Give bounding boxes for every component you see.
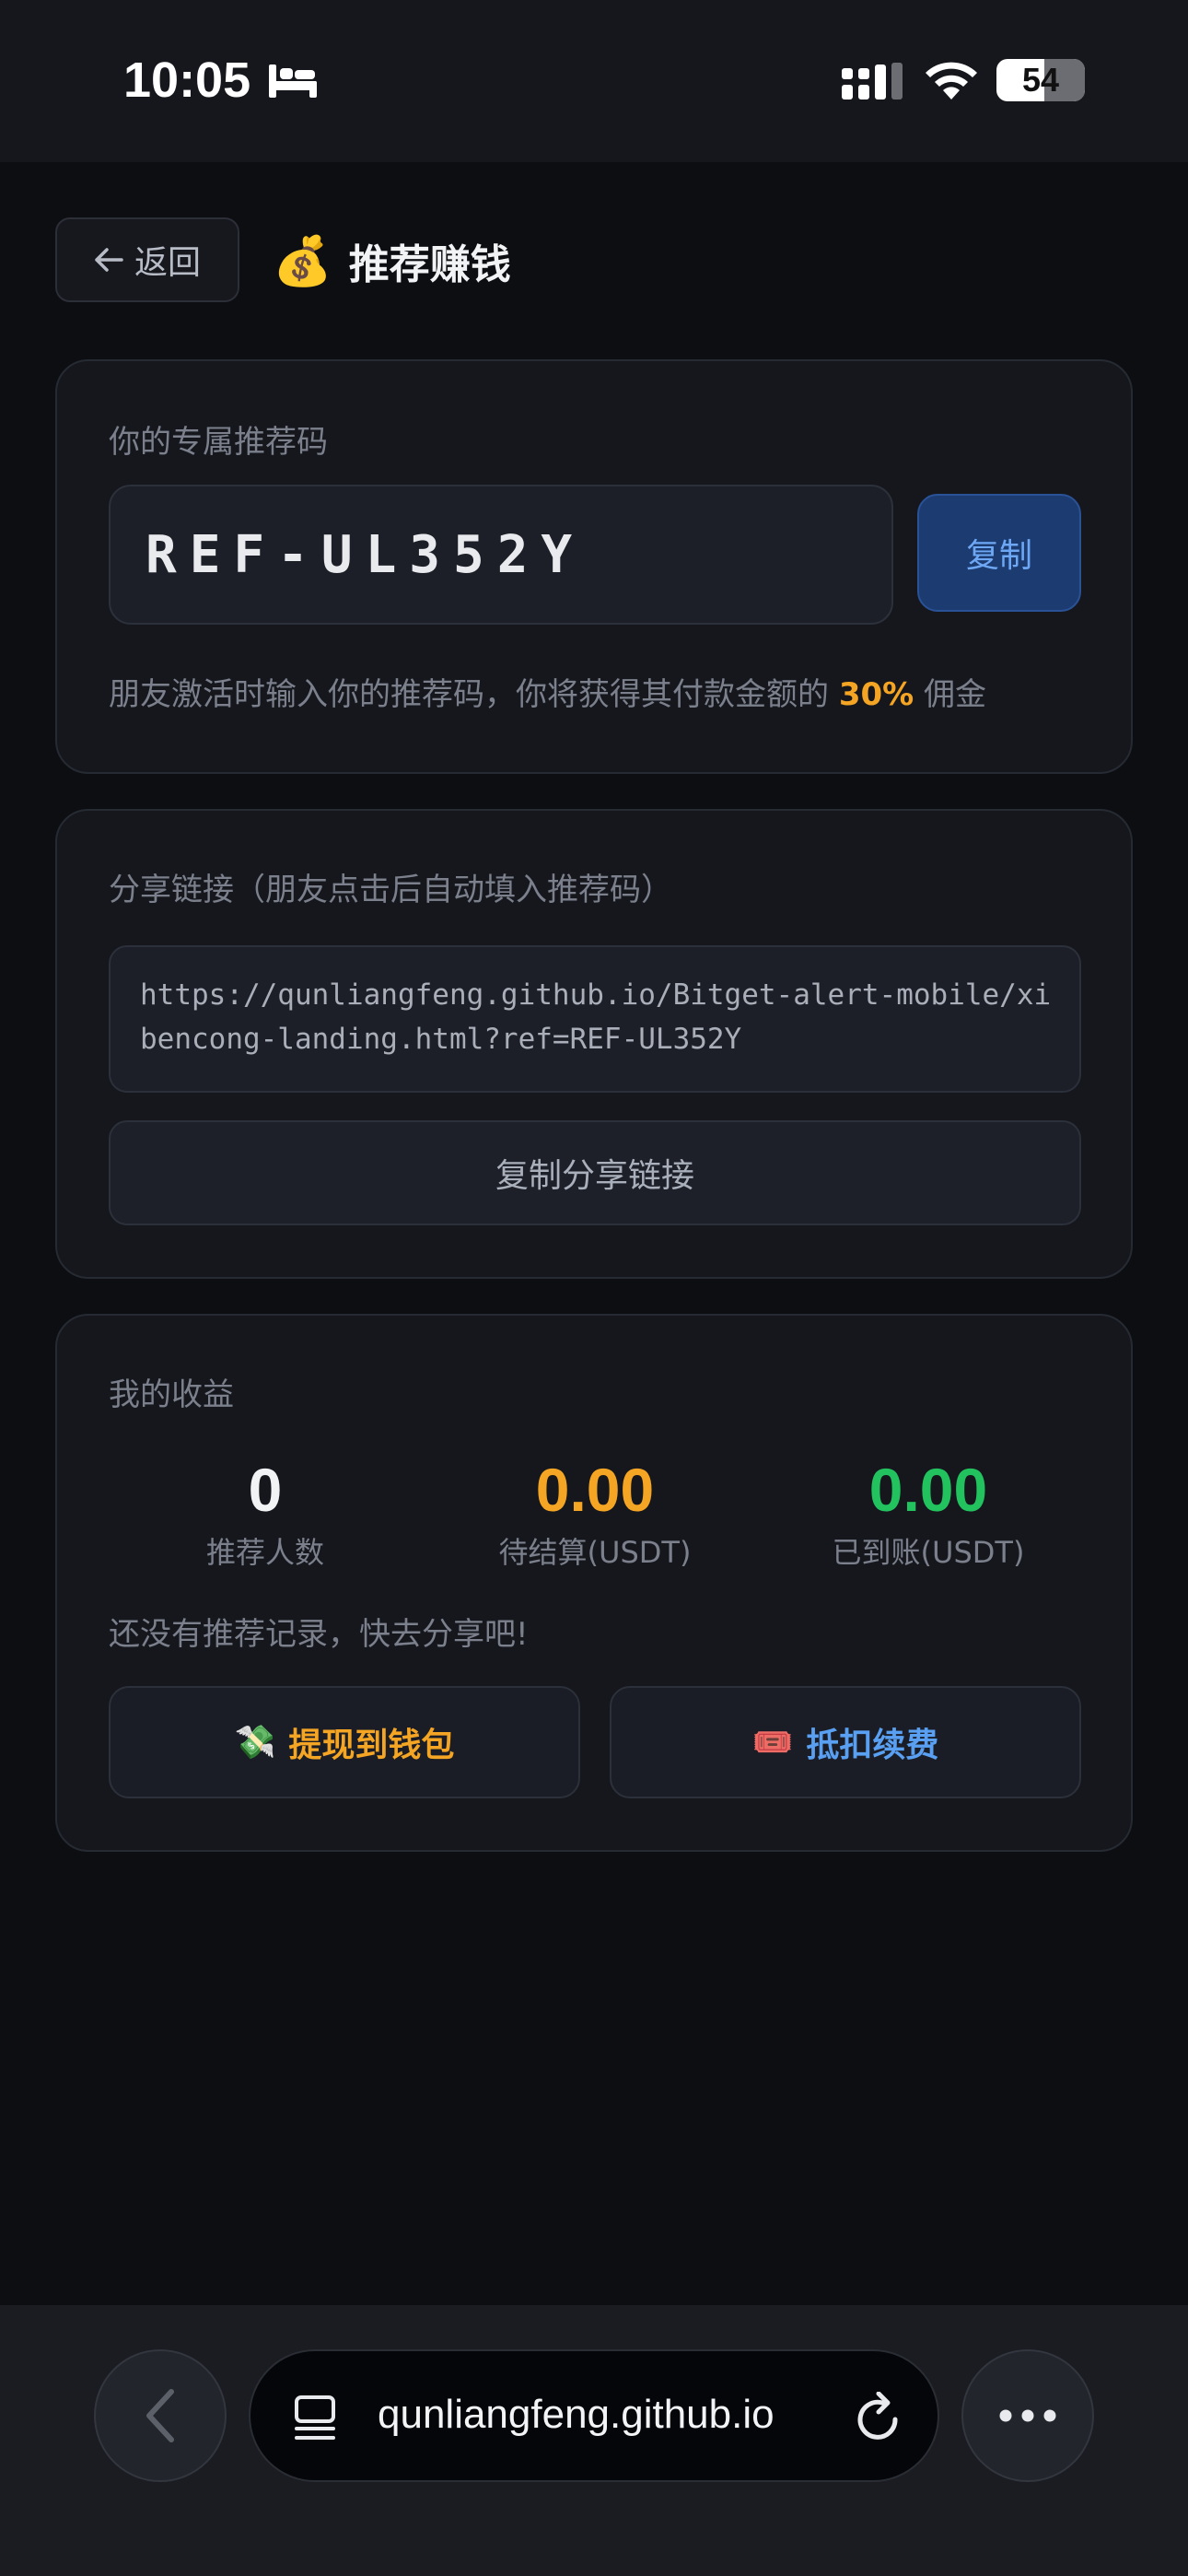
arrow-left-icon [95, 248, 123, 272]
stat-pending: 0.00 待结算(USDT) [429, 1456, 761, 1572]
stat-label: 推荐人数 [205, 1535, 324, 1570]
stat-value: 0.00 [535, 1456, 655, 1524]
deduct-label: 抵扣续费 [806, 1727, 939, 1764]
address-bar[interactable]: qunliangfeng.github.io [249, 2349, 939, 2482]
deduct-renewal-button[interactable]: 🎟️ 抵扣续费 [610, 1686, 1081, 1798]
page-title-text: 推荐赚钱 [348, 241, 511, 288]
page-title: 💰 推荐赚钱 [273, 228, 511, 293]
bed-icon [269, 64, 317, 98]
referral-code-display[interactable]: REF-UL352Y [109, 485, 893, 625]
hint-text-after: 佣金 [924, 676, 987, 713]
status-time: 10:05 [123, 53, 251, 108]
stat-label: 已到账(USDT) [832, 1535, 1025, 1570]
cellular-signal-icon [842, 63, 903, 100]
battery-indicator: 54 [996, 59, 1085, 101]
more-dots-icon [999, 2409, 1056, 2422]
hint-text-before: 朋友激活时输入你的推荐码，你将获得其付款金额的 [109, 676, 829, 713]
battery-level: 54 [1021, 61, 1060, 99]
commission-percent: 30% [838, 676, 914, 713]
share-link-card: 分享链接（朋友点击后自动填入推荐码） https://qunliangfeng.… [55, 809, 1133, 1279]
money-bag-icon: 💰 [273, 233, 332, 289]
referral-code-card: 你的专属推荐码 REF-UL352Y 复制 朋友激活时输入你的推荐码，你将获得其… [55, 359, 1133, 774]
stat-value: 0 [248, 1456, 283, 1524]
stat-received: 0.00 已到账(USDT) [763, 1456, 1094, 1572]
battery-nub [1079, 72, 1085, 88]
withdraw-label: 提现到钱包 [288, 1727, 455, 1764]
share-link-field[interactable]: https://qunliangfeng.github.io/Bitget-al… [109, 945, 1081, 1093]
chevron-left-icon [146, 2389, 174, 2442]
ticket-icon: 🎟️ [751, 1724, 794, 1762]
url-text: qunliangfeng.github.io [378, 2392, 775, 2437]
withdraw-button[interactable]: 💸 提现到钱包 [109, 1686, 580, 1798]
stat-value: 0.00 [868, 1456, 988, 1524]
empty-records-note: 还没有推荐记录，快去分享吧! [109, 1616, 529, 1653]
money-wings-icon: 💸 [234, 1724, 276, 1762]
stat-label: 待结算(USDT) [498, 1535, 692, 1570]
referral-code-label: 你的专属推荐码 [109, 424, 328, 461]
browser-back-button[interactable] [94, 2349, 227, 2482]
stat-referral-count: 0 推荐人数 [99, 1456, 431, 1572]
wifi-icon [926, 62, 977, 100]
earnings-card: 我的收益 0 推荐人数 0.00 待结算(USDT) 0.00 已到账(USDT… [55, 1314, 1133, 1852]
status-bar: 10:05 54 [0, 0, 1188, 162]
page-menu-icon [295, 2395, 335, 2440]
page-content: 返回 💰 推荐赚钱 你的专属推荐码 REF-UL352Y 复制 朋友激活时输入你… [0, 162, 1188, 2305]
copy-share-link-button[interactable]: 复制分享链接 [109, 1120, 1081, 1225]
back-button[interactable]: 返回 [55, 217, 239, 302]
browser-toolbar: qunliangfeng.github.io [0, 2305, 1188, 2576]
reload-icon[interactable] [855, 2392, 903, 2443]
back-button-label: 返回 [134, 244, 201, 282]
more-options-button[interactable] [961, 2349, 1094, 2482]
earnings-label: 我的收益 [109, 1376, 234, 1413]
copy-code-button[interactable]: 复制 [917, 494, 1081, 612]
commission-hint: 朋友激活时输入你的推荐码，你将获得其付款金额的 30% 佣金 [109, 669, 986, 714]
share-link-label: 分享链接（朋友点击后自动填入推荐码） [109, 872, 672, 908]
